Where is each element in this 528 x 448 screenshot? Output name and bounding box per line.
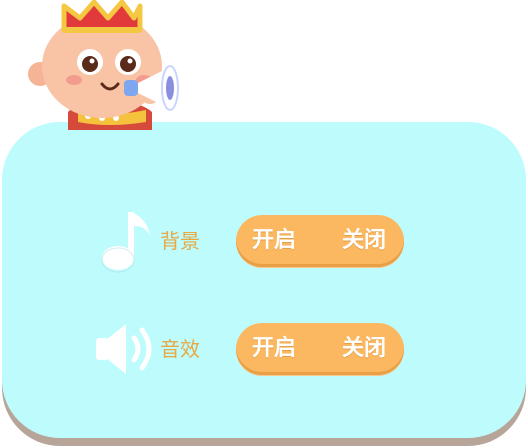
- music-on-button[interactable]: 开启: [252, 227, 296, 255]
- sfx-on-button[interactable]: 开启: [252, 335, 296, 363]
- music-toggle[interactable]: 开启 关闭: [236, 215, 404, 267]
- sfx-setting-row: 音效 开启 关闭: [0, 314, 528, 384]
- sfx-off-button[interactable]: 关闭: [342, 335, 386, 363]
- settings-popup: 背景 开启 关闭 音效 开启 关闭: [0, 0, 528, 448]
- speaker-icon: [96, 324, 152, 374]
- settings-panel: [2, 122, 526, 438]
- music-note-icon: [101, 212, 150, 273]
- music-label: 背景: [160, 229, 200, 253]
- megaphone-icon: [124, 65, 179, 111]
- sfx-label: 音效: [160, 337, 200, 361]
- sfx-toggle[interactable]: 开启 关闭: [236, 323, 404, 375]
- music-setting-row: 背景 开启 关闭: [0, 206, 528, 276]
- music-off-button[interactable]: 关闭: [342, 227, 386, 255]
